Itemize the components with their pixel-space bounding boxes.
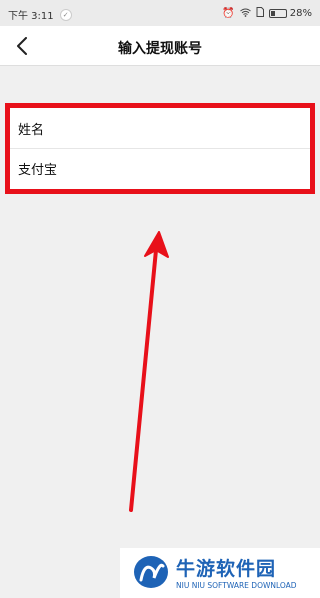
annotation-arrow: [129, 231, 169, 512]
niuyou-logo-icon: [134, 556, 168, 588]
watermark-title: 牛游软件园: [176, 558, 277, 580]
watermark: 牛游软件园 NIU NIU SOFTWARE DOWNLOAD: [120, 548, 320, 598]
arrow-shaft: [129, 248, 158, 512]
watermark-subtitle: NIU NIU SOFTWARE DOWNLOAD: [176, 581, 297, 590]
